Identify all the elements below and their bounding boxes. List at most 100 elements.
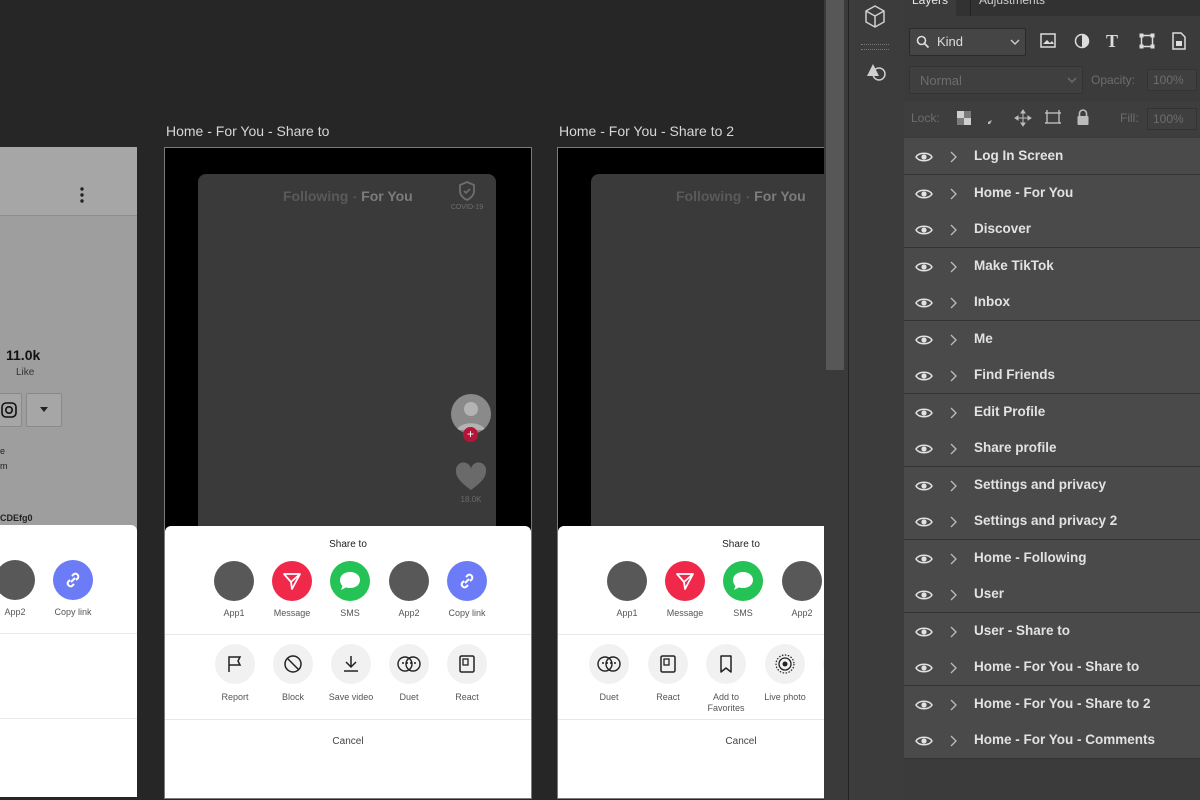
lock-artboard-icon[interactable]	[1044, 109, 1062, 127]
expand-chevron-icon[interactable]	[950, 296, 957, 314]
visibility-eye-icon[interactable]	[915, 625, 933, 643]
expand-chevron-icon[interactable]	[950, 150, 957, 168]
expand-chevron-icon[interactable]	[950, 734, 957, 752]
react-button[interactable]	[447, 644, 487, 684]
adjustment-filter-icon[interactable]	[1074, 33, 1090, 54]
layer-row[interactable]: User	[904, 576, 1200, 613]
type-filter-icon[interactable]: T	[1106, 31, 1118, 52]
artboard-title[interactable]: Home - For You - Share to	[166, 123, 329, 139]
tab-adjustments[interactable]: Adjustments	[970, 0, 1053, 16]
expand-chevron-icon[interactable]	[950, 552, 957, 570]
app2-share-button[interactable]	[0, 560, 35, 600]
artboard-home-for-you-share-to-2[interactable]: Following • For You Share to App1 Message …	[557, 147, 824, 799]
sms-share-button[interactable]	[723, 561, 763, 601]
duet-button[interactable]	[389, 644, 429, 684]
block-button[interactable]	[273, 644, 313, 684]
blend-mode-select[interactable]: Normal	[909, 66, 1083, 94]
covid-info-button[interactable]: COVID-19	[447, 181, 487, 215]
message-share-button[interactable]	[665, 561, 705, 601]
artboard-user-share-partial[interactable]: 11.0k Like e m CDEfg0 App2 Copy link	[0, 147, 137, 797]
expand-chevron-icon[interactable]	[950, 369, 957, 387]
expand-chevron-icon[interactable]	[950, 625, 957, 643]
visibility-eye-icon[interactable]	[915, 150, 933, 168]
tab-following[interactable]: Following	[283, 188, 348, 204]
fill-field[interactable]: 100%	[1147, 108, 1197, 130]
layer-row[interactable]: Edit Profile	[904, 393, 1200, 431]
layer-row[interactable]: Share profile	[904, 430, 1200, 467]
copy-link-button[interactable]	[447, 561, 487, 601]
smart-object-filter-icon[interactable]	[1171, 32, 1187, 55]
layer-row[interactable]: Settings and privacy 2	[904, 503, 1200, 540]
artboard-title[interactable]: Home - For You - Share to 2	[559, 123, 734, 139]
layer-row[interactable]: User - Share to	[904, 612, 1200, 650]
expand-chevron-icon[interactable]	[950, 223, 957, 241]
app1-share-button[interactable]	[607, 561, 647, 601]
visibility-eye-icon[interactable]	[915, 223, 933, 241]
app2-share-button[interactable]	[389, 561, 429, 601]
duet-button[interactable]	[589, 644, 629, 684]
visibility-eye-icon[interactable]	[915, 296, 933, 314]
tab-layers[interactable]: Layers	[904, 0, 957, 16]
visibility-eye-icon[interactable]	[915, 187, 933, 205]
app1-share-button[interactable]	[214, 561, 254, 601]
shape-filter-icon[interactable]	[1139, 33, 1155, 54]
lock-all-icon[interactable]	[1076, 108, 1090, 126]
visibility-eye-icon[interactable]	[915, 588, 933, 606]
layer-row[interactable]: Discover	[904, 211, 1200, 248]
copy-link-button[interactable]	[53, 560, 93, 600]
scrollbar-thumb[interactable]	[826, 0, 844, 370]
layer-row[interactable]: Find Friends	[904, 357, 1200, 394]
live-photo-button[interactable]	[765, 644, 805, 684]
sms-share-button[interactable]	[330, 561, 370, 601]
app2-share-button[interactable]	[782, 561, 822, 601]
layer-row[interactable]: Settings and privacy	[904, 466, 1200, 504]
dropdown-button[interactable]	[26, 393, 62, 427]
lock-position-icon[interactable]	[1014, 109, 1032, 127]
shapes-history-icon[interactable]	[863, 60, 889, 89]
visibility-eye-icon[interactable]	[915, 333, 933, 351]
expand-chevron-icon[interactable]	[950, 187, 957, 205]
visibility-eye-icon[interactable]	[915, 479, 933, 497]
lock-image-pixels-icon[interactable]	[986, 110, 1002, 126]
layer-row[interactable]: Home - For You - Share to	[904, 649, 1200, 686]
instagram-button[interactable]	[0, 393, 22, 427]
save-video-button[interactable]	[331, 644, 371, 684]
visibility-eye-icon[interactable]	[915, 734, 933, 752]
visibility-eye-icon[interactable]	[915, 661, 933, 679]
dock-grip[interactable]	[861, 44, 889, 50]
3d-cube-icon[interactable]	[863, 4, 887, 35]
report-button[interactable]	[215, 644, 255, 684]
layer-row[interactable]: Home - Following	[904, 539, 1200, 577]
visibility-eye-icon[interactable]	[915, 442, 933, 460]
expand-chevron-icon[interactable]	[950, 515, 957, 533]
heart-icon[interactable]	[455, 462, 487, 497]
cancel-button[interactable]: Cancel	[165, 736, 531, 747]
visibility-eye-icon[interactable]	[915, 406, 933, 424]
artboard-home-for-you-share-to[interactable]: Following • For You COVID-19 + 18.0K Share…	[164, 147, 532, 799]
layer-row[interactable]: Make TikTok	[904, 247, 1200, 285]
expand-chevron-icon[interactable]	[950, 661, 957, 679]
visibility-eye-icon[interactable]	[915, 260, 933, 278]
pixel-filter-icon[interactable]	[1040, 33, 1056, 53]
layer-row[interactable]: Home - For You	[904, 174, 1200, 212]
tab-following[interactable]: Following	[676, 188, 741, 204]
tab-for-you[interactable]: For You	[754, 188, 806, 204]
visibility-eye-icon[interactable]	[915, 369, 933, 387]
expand-chevron-icon[interactable]	[950, 333, 957, 351]
react-button[interactable]	[648, 644, 688, 684]
cancel-button[interactable]: Cancel	[558, 736, 824, 747]
document-canvas[interactable]: 11.0k Like e m CDEfg0 App2 Copy link Hom…	[0, 0, 824, 800]
more-options-icon[interactable]	[76, 185, 88, 205]
layer-row[interactable]: Me	[904, 320, 1200, 358]
lock-transparent-pixels-icon[interactable]	[957, 111, 971, 125]
add-to-favorites-button[interactable]	[706, 644, 746, 684]
visibility-eye-icon[interactable]	[915, 515, 933, 533]
expand-chevron-icon[interactable]	[950, 406, 957, 424]
layer-row[interactable]: Inbox	[904, 284, 1200, 321]
expand-chevron-icon[interactable]	[950, 442, 957, 460]
visibility-eye-icon[interactable]	[915, 552, 933, 570]
layer-row[interactable]: Home - For You - Comments	[904, 722, 1200, 759]
follow-plus-icon[interactable]: +	[463, 427, 478, 442]
expand-chevron-icon[interactable]	[950, 479, 957, 497]
visibility-eye-icon[interactable]	[915, 698, 933, 716]
